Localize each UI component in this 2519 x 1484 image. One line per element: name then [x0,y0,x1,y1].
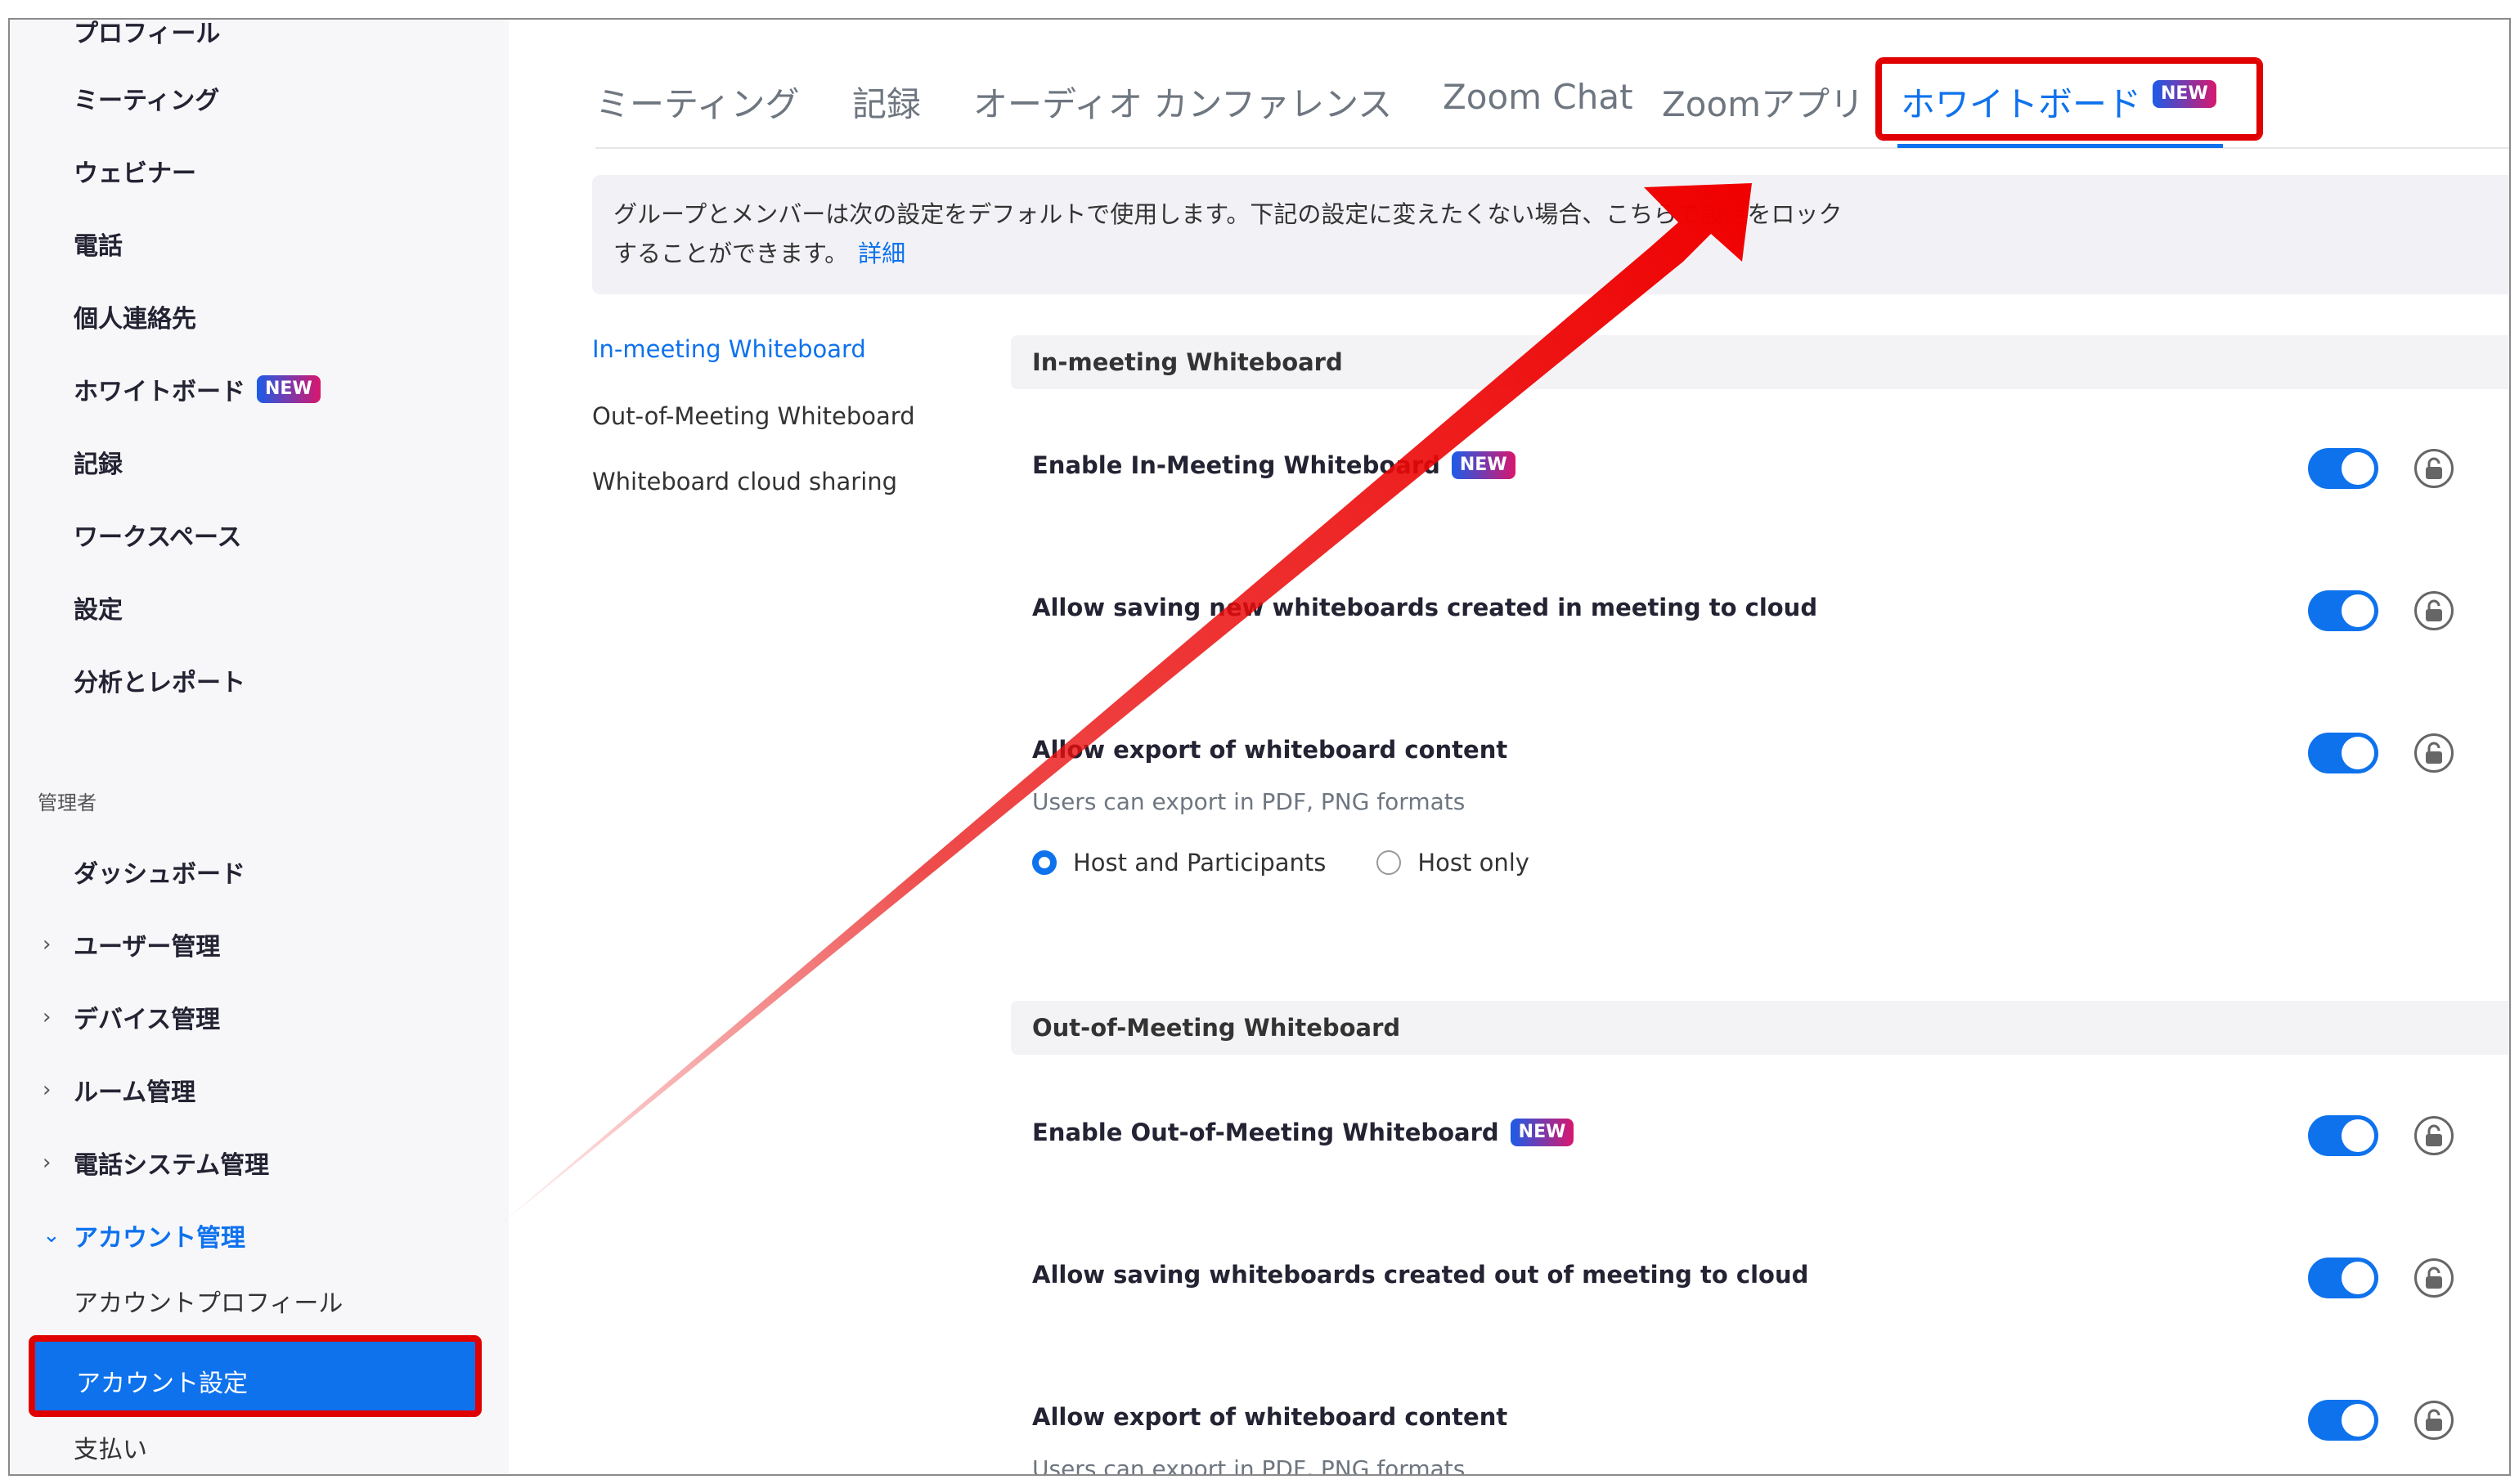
annotation-arrow [484,183,1752,1238]
app-window: プロフィール ミーティング ウェビナー 電話 個人連絡先 ホワイトボード NEW … [8,18,2511,1476]
